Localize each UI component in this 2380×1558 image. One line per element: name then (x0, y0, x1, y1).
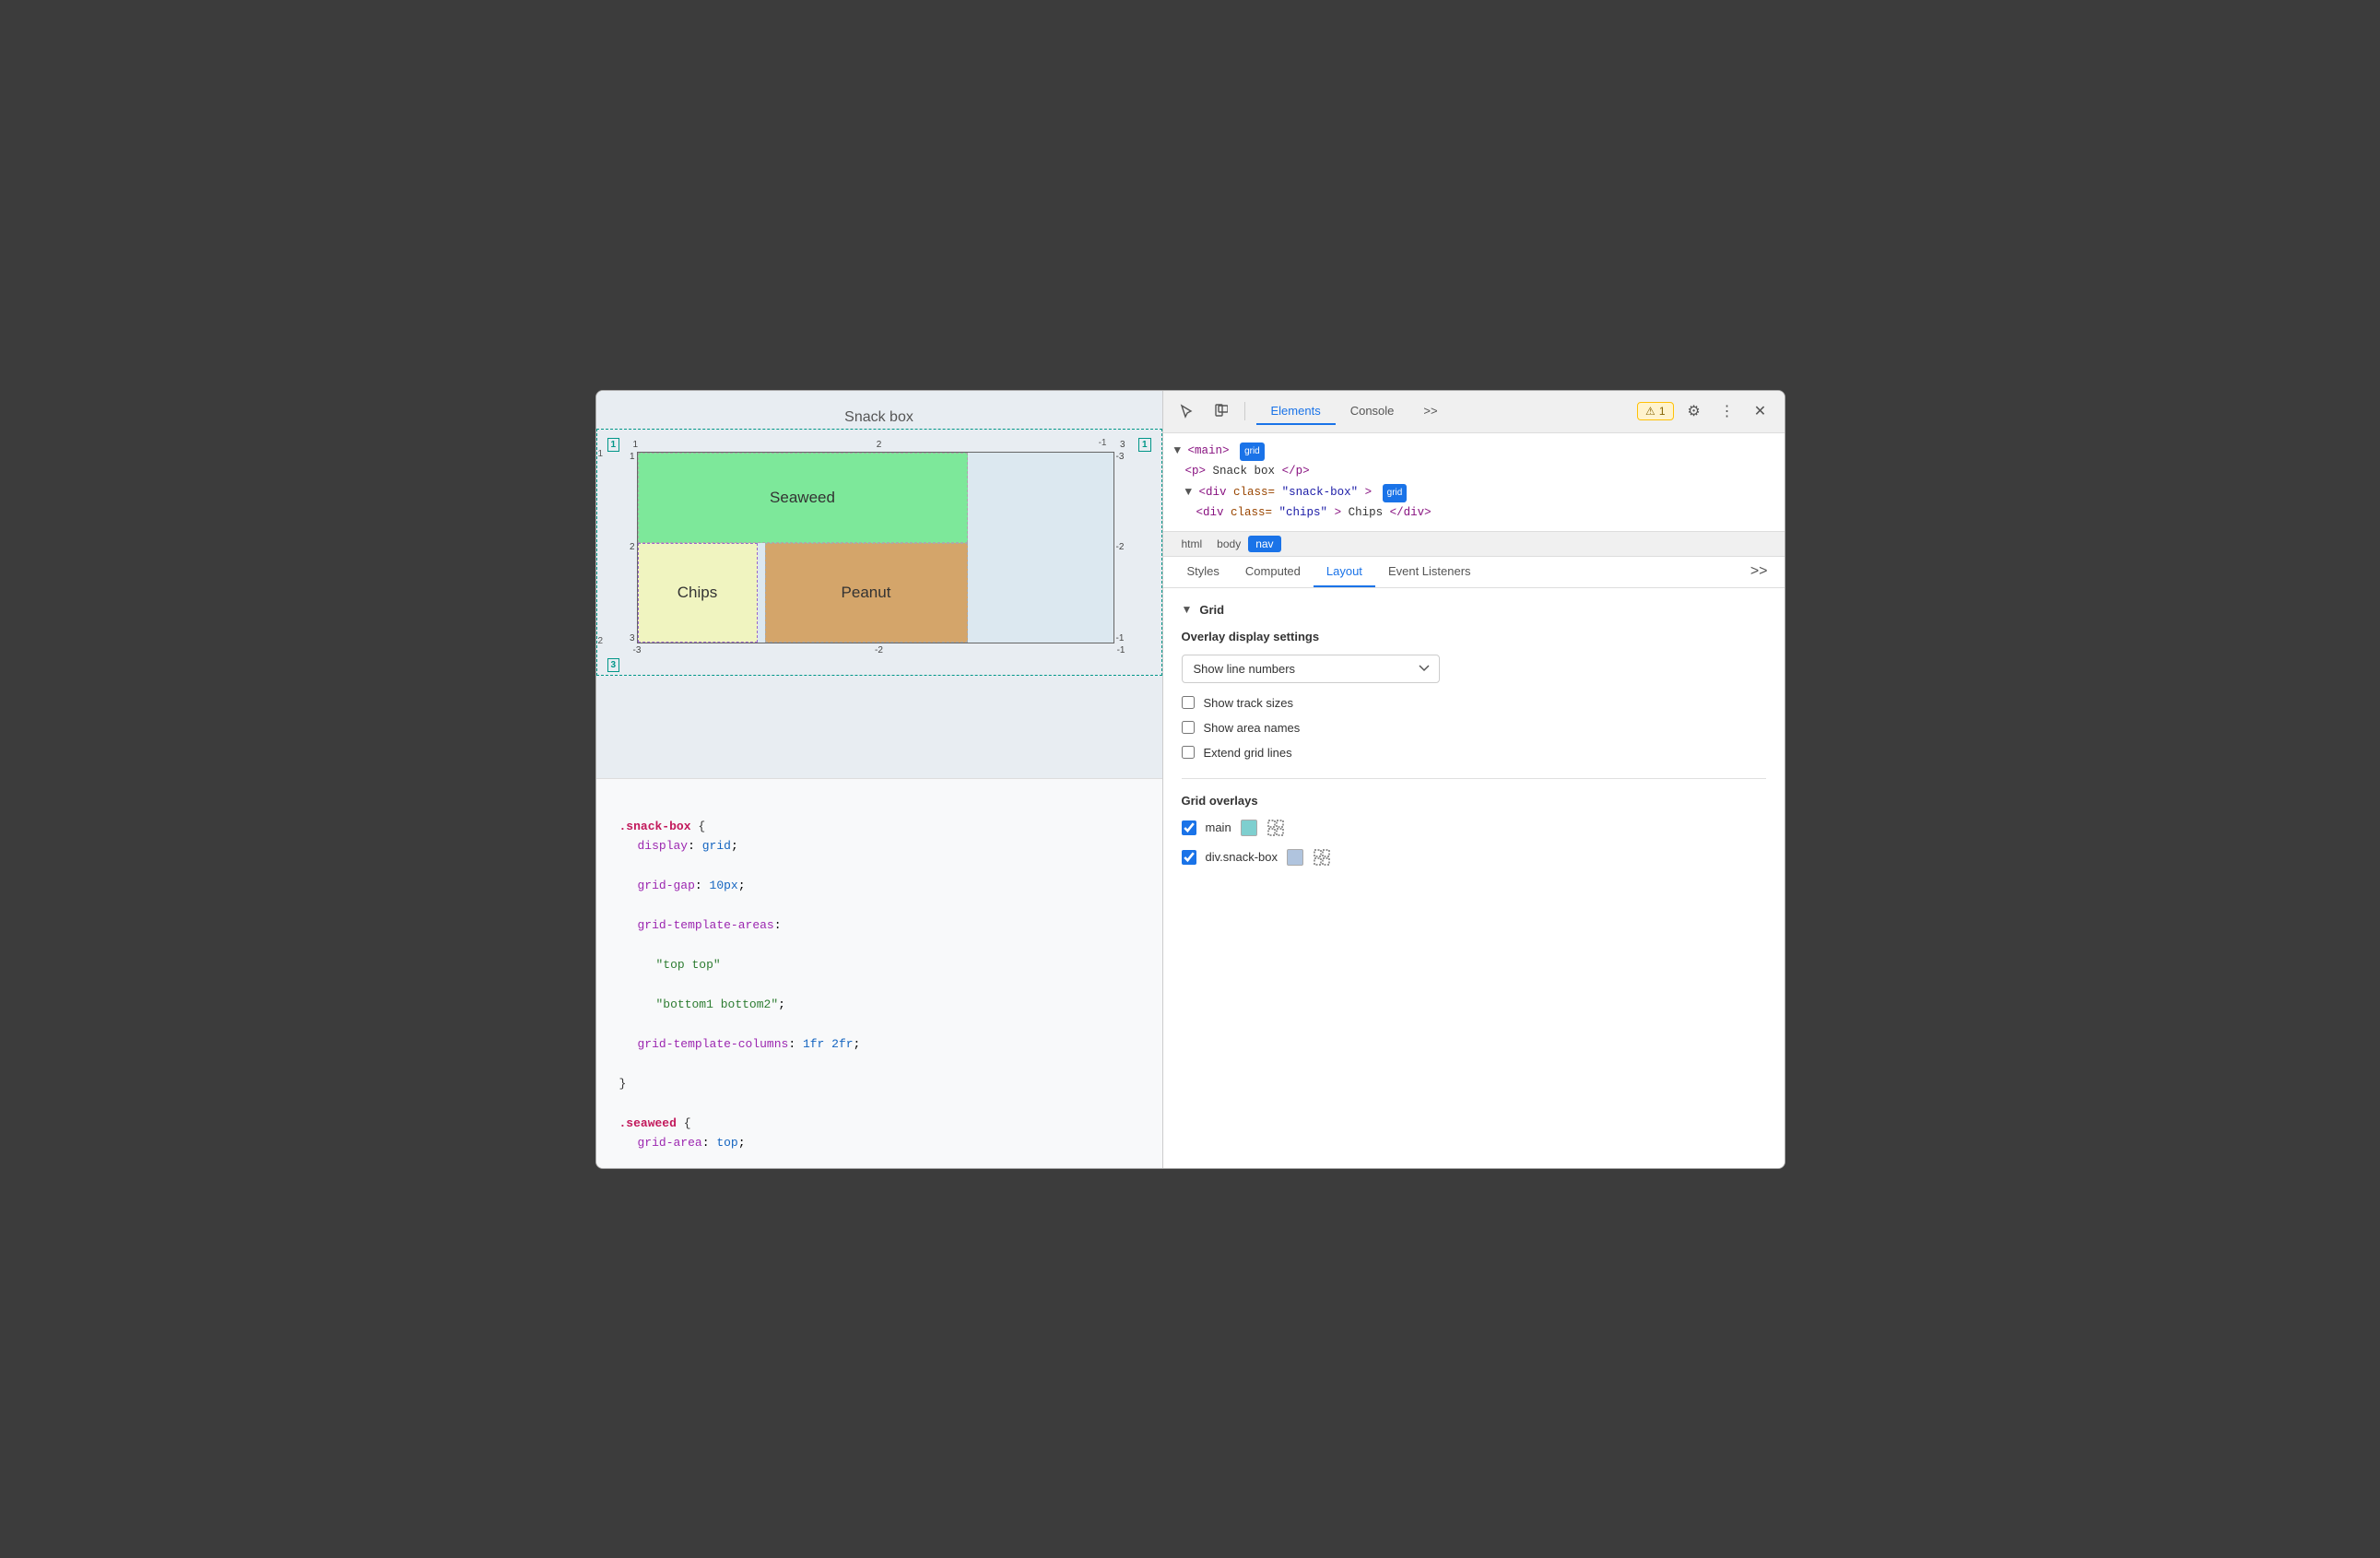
gap-cell (758, 543, 765, 643)
tab-layout[interactable]: Layout (1314, 557, 1375, 587)
extend-grid-lines-checkbox[interactable] (1182, 746, 1195, 759)
outer-num-tl: 1 (607, 438, 620, 452)
extend-grid-lines-row: Extend grid lines (1182, 746, 1766, 760)
overlay-main-label[interactable]: main (1206, 820, 1231, 834)
overlay-dropdown[interactable]: Show line numbers Show area names Hide (1182, 655, 1440, 683)
show-track-sizes-row: Show track sizes (1182, 696, 1766, 710)
overlay-main-checkbox[interactable] (1182, 820, 1196, 835)
more-options-icon[interactable]: ⋮ (1714, 398, 1740, 424)
dom-panel: ▼ <main> grid <p> Snack box </p> ▼ <div … (1163, 433, 1785, 532)
tab-computed[interactable]: Computed (1232, 557, 1314, 587)
warning-badge[interactable]: ⚠ 1 (1637, 402, 1673, 420)
grid-overlays-section: Grid overlays main (1182, 794, 1766, 867)
grid-badge-div: grid (1383, 484, 1408, 502)
grid-overlays-title: Grid overlays (1182, 794, 1766, 808)
overlay-snackbox-label[interactable]: div.snack-box (1206, 850, 1278, 864)
close-icon[interactable]: ✕ (1748, 398, 1773, 424)
code-block: .snack-box { display: grid; grid-gap: 10… (619, 797, 1139, 1168)
seaweed-cell: Seaweed (638, 453, 968, 543)
show-track-sizes-checkbox[interactable] (1182, 696, 1195, 709)
grid-badge-main: grid (1240, 443, 1265, 461)
overlay-settings-title: Overlay display settings (1182, 630, 1766, 643)
tabs-more-icon[interactable]: >> (1745, 560, 1773, 584)
actual-grid: Seaweed Chips Peanut (637, 452, 1114, 643)
show-area-names-label[interactable]: Show area names (1204, 721, 1301, 735)
inspect-icon[interactable] (1174, 398, 1200, 424)
grid-preview: Snack box 1 -1 1 1 1 2 3 (596, 391, 1162, 778)
show-area-names-checkbox[interactable] (1182, 721, 1195, 734)
outer-num-tr-neg: -1 (1099, 438, 1107, 448)
tab-console[interactable]: Console (1336, 398, 1409, 425)
grid-with-side-nums: 1 2 3 Seaweed Chips Peanut (624, 452, 1135, 643)
panel-tabs-row: Styles Computed Layout Event Listeners >… (1163, 557, 1785, 588)
tab-styles[interactable]: Styles (1174, 557, 1232, 587)
breadcrumb: html body nav (1163, 532, 1785, 557)
breadcrumb-html[interactable]: html (1174, 536, 1210, 552)
tab-event-listeners[interactable]: Event Listeners (1375, 557, 1484, 587)
code-panel: .snack-box { display: grid; grid-gap: 10… (596, 778, 1162, 1168)
left-panel: Snack box 1 -1 1 1 1 2 3 (596, 391, 1163, 1168)
col-nums-top: 1 2 3 (624, 440, 1135, 452)
tab-more[interactable]: >> (1408, 398, 1452, 425)
toolbar: Elements Console >> ⚠ 1 ⚙ ⋮ ✕ (1163, 391, 1785, 433)
grid-section-title: Grid (1199, 603, 1224, 617)
dom-div-line[interactable]: ▼ <div class= "snack-box" > grid (1185, 482, 1773, 503)
dom-chips-line[interactable]: <div class= "chips" > Chips </div> (1196, 502, 1773, 524)
toolbar-separator-1 (1244, 402, 1245, 420)
outer-num-bl: 3 (607, 658, 620, 672)
overlay-snackbox-checkbox[interactable] (1182, 850, 1196, 865)
overlay-snackbox-item: div.snack-box (1182, 848, 1766, 867)
dropdown-row: Show line numbers Show area names Hide (1182, 655, 1766, 683)
css-selector-1: .snack-box (619, 820, 691, 833)
grid-toggle[interactable]: ▼ (1182, 603, 1193, 616)
extend-grid-lines-label[interactable]: Extend grid lines (1204, 746, 1292, 760)
overlay-settings: Overlay display settings Show line numbe… (1182, 630, 1766, 760)
divider (1182, 778, 1766, 779)
settings-icon[interactable]: ⚙ (1681, 398, 1707, 424)
overlay-main-grid-icon[interactable] (1267, 819, 1285, 837)
show-area-names-row: Show area names (1182, 721, 1766, 735)
overlay-main-color[interactable] (1241, 820, 1257, 836)
overlay-snackbox-color[interactable] (1287, 849, 1303, 866)
main-tab-nav: Elements Console >> (1256, 398, 1631, 425)
show-track-sizes-label[interactable]: Show track sizes (1204, 696, 1294, 710)
outer-num-tr: 1 (1138, 438, 1151, 452)
row-nums-left: 1 2 3 (624, 452, 637, 643)
outer-left-1: 1 (598, 449, 604, 459)
col-nums-bottom: -3 -2 -1 (624, 643, 1135, 655)
chips-cell: Chips (638, 543, 758, 643)
right-panel: Elements Console >> ⚠ 1 ⚙ ⋮ ✕ ▼ <main> g… (1163, 391, 1785, 1168)
right-panel-content: ▼ Grid Overlay display settings Show lin… (1163, 588, 1785, 1168)
css-selector-2: .seaweed (619, 1116, 677, 1130)
peanut-cell: Peanut (765, 543, 968, 643)
breadcrumb-nav[interactable]: nav (1248, 536, 1280, 552)
preview-title: Snack box (606, 400, 1153, 440)
device-icon[interactable] (1208, 398, 1233, 424)
row-nums-right: -3 -2 -1 (1114, 452, 1135, 643)
grid-section-header: ▼ Grid (1182, 603, 1766, 617)
dom-p-line[interactable]: <p> Snack box </p> (1185, 461, 1773, 482)
devtools-window: Snack box 1 -1 1 1 1 2 3 (595, 390, 1785, 1169)
tab-elements[interactable]: Elements (1256, 398, 1336, 425)
dom-main-line[interactable]: ▼ <main> grid (1174, 441, 1773, 462)
overlay-snackbox-grid-icon[interactable] (1313, 848, 1331, 867)
overlay-main-item: main (1182, 819, 1766, 837)
breadcrumb-body[interactable]: body (1209, 536, 1248, 552)
outer-bottom-left: 2 (598, 636, 604, 646)
